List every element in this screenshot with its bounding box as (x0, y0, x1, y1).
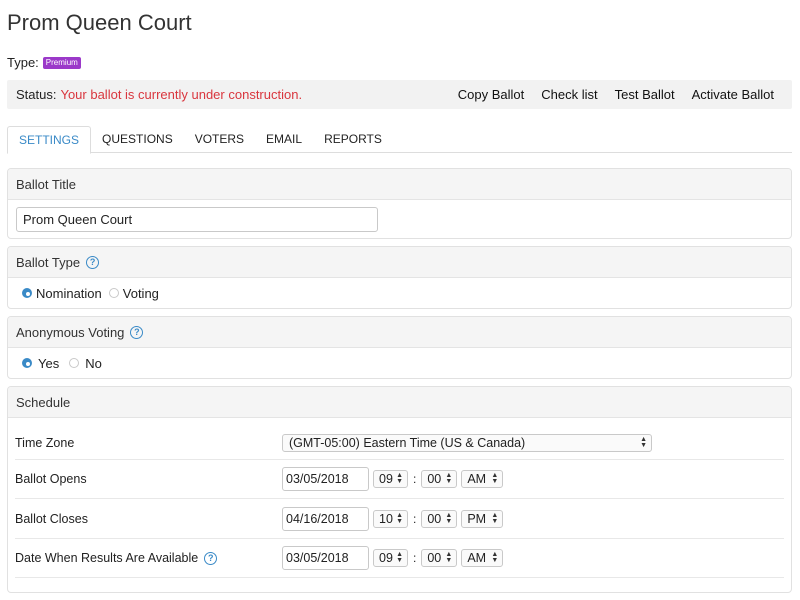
tab-bar: SETTINGS QUESTIONS VOTERS EMAIL REPORTS (7, 126, 792, 154)
updown-arrows-icon: ▲ ▼ (396, 472, 403, 485)
closes-hour-value: 10 (379, 511, 393, 526)
help-icon[interactable]: ? (130, 325, 144, 339)
results-available-label: Date When Results Are Available (15, 551, 199, 565)
status-bar: Status: Your ballot is currently under c… (7, 80, 792, 109)
closes-date-value: 04/16/2018 (286, 511, 349, 526)
status-text: Your ballot is currently under construct… (60, 87, 303, 102)
time-colon: : (413, 551, 417, 565)
tab-settings[interactable]: SETTINGS (7, 126, 92, 154)
closes-ampm-value: PM (467, 511, 487, 526)
opens-ampm-select[interactable]: AM ▲ ▼ (461, 470, 504, 488)
radio-unchecked-icon (108, 288, 119, 298)
radio-unchecked-icon (69, 358, 80, 368)
timezone-select[interactable]: (GMT-05:00) Eastern Time (US & Canada) ▲… (282, 434, 652, 452)
results-minute-value: 00 (427, 551, 442, 565)
time-colon: : (413, 511, 417, 526)
closes-hour-select[interactable]: 10 ▲ ▼ (373, 509, 408, 528)
ballot-opens-row: Ballot Opens 03/05/2018 09 ▲ ▼ : 00 ▲ ▼ AM… (15, 460, 784, 499)
radio-voting-label: Voting (122, 285, 159, 301)
ballot-type-header: Ballot Type ? (8, 247, 791, 278)
check-list-link[interactable]: Check list (541, 87, 597, 102)
results-hour-value: 09 (379, 551, 393, 565)
opens-minute-value: 00 (427, 472, 442, 486)
help-icon[interactable]: ? (86, 255, 100, 269)
radio-no-label: No (85, 355, 102, 371)
tab-reports[interactable]: REPORTS (313, 126, 393, 153)
ballot-closes-row: Ballot Closes 04/16/2018 10 ▲ ▼ : 00 ▲ ▼ P… (15, 499, 784, 539)
radio-nomination[interactable]: Nomination (22, 286, 102, 301)
anonymous-options: Yes No (8, 348, 791, 378)
closes-ampm-select[interactable]: PM ▲ ▼ (461, 509, 504, 528)
page-title: Prom Queen Court (7, 10, 192, 35)
tab-email[interactable]: EMAIL (255, 126, 313, 153)
status-label: Status: (16, 87, 57, 102)
schedule-heading: Schedule (16, 394, 71, 410)
updown-arrows-icon: ▲ ▼ (491, 511, 499, 525)
ballot-title-panel: Ballot Title (7, 168, 792, 239)
schedule-header: Schedule (8, 387, 791, 418)
ballot-title-heading: Ballot Title (16, 176, 76, 192)
opens-minute-select[interactable]: 00 ▲ ▼ (421, 470, 458, 488)
tab-voters[interactable]: VOTERS (184, 126, 255, 153)
anonymous-voting-panel: Anonymous Voting ? Yes No (7, 316, 792, 379)
results-available-label-wrap: Date When Results Are Available ? (15, 551, 282, 565)
type-label: Type: (7, 55, 39, 70)
ballot-closes-label: Ballot Closes (15, 511, 88, 526)
opens-date-input[interactable]: 03/05/2018 (282, 467, 369, 491)
ballot-type-panel: Ballot Type ? Nomination Voting (7, 246, 792, 309)
radio-nomination-label: Nomination (36, 285, 102, 301)
ballot-title-input[interactable] (16, 207, 378, 232)
timezone-row: Time Zone (GMT-05:00) Eastern Time (US &… (15, 427, 784, 460)
test-ballot-link[interactable]: Test Ballot (615, 87, 675, 102)
schedule-panel: Schedule Time Zone (GMT-05:00) Eastern T… (7, 386, 792, 593)
updown-arrows-icon: ▲ ▼ (491, 472, 499, 485)
ballot-type-options: Nomination Voting (8, 278, 791, 308)
results-ampm-select[interactable]: AM ▲ ▼ (461, 549, 504, 567)
ballot-title-header: Ballot Title (8, 169, 791, 200)
updown-arrows-icon: ▲ ▼ (491, 551, 499, 564)
activate-ballot-link[interactable]: Activate Ballot (692, 87, 774, 102)
premium-badge: Premium (42, 56, 81, 69)
results-hour-select[interactable]: 09 ▲ ▼ (373, 549, 408, 567)
updown-arrows-icon: ▲ ▼ (396, 551, 403, 564)
opens-hour-value: 09 (379, 472, 393, 486)
timezone-value: (GMT-05:00) Eastern Time (US & Canada) (289, 436, 526, 450)
ballot-opens-label: Ballot Opens (15, 472, 87, 486)
radio-checked-icon (22, 288, 32, 298)
closes-minute-value: 00 (427, 511, 442, 526)
closes-date-input[interactable]: 04/16/2018 (282, 506, 369, 531)
updown-arrows-icon: ▲ ▼ (640, 436, 647, 449)
radio-checked-icon (22, 358, 32, 368)
results-date-input[interactable]: 03/05/2018 (282, 546, 369, 570)
closes-minute-select[interactable]: 00 ▲ ▼ (421, 509, 458, 528)
radio-yes[interactable]: Yes (22, 356, 59, 371)
ballot-type-row: Type: Premium (7, 55, 81, 70)
status-actions: Copy Ballot Check list Test Ballot Activ… (441, 87, 792, 102)
results-date-value: 03/05/2018 (286, 551, 349, 565)
opens-ampm-value: AM (467, 472, 487, 486)
tab-questions[interactable]: QUESTIONS (91, 126, 184, 153)
updown-arrows-icon: ▲ ▼ (396, 511, 403, 525)
help-icon[interactable]: ? (204, 551, 218, 565)
results-ampm-value: AM (467, 551, 487, 565)
results-minute-select[interactable]: 00 ▲ ▼ (421, 549, 458, 567)
ballot-type-heading: Ballot Type (16, 254, 81, 270)
time-colon: : (413, 472, 417, 486)
radio-yes-label: Yes (38, 355, 60, 371)
anonymous-voting-heading: Anonymous Voting (16, 324, 125, 340)
opens-date-value: 03/05/2018 (286, 472, 349, 486)
radio-voting[interactable]: Voting (108, 285, 159, 301)
updown-arrows-icon: ▲ ▼ (445, 472, 453, 485)
opens-hour-select[interactable]: 09 ▲ ▼ (373, 470, 408, 488)
timezone-label: Time Zone (15, 436, 75, 450)
updown-arrows-icon: ▲ ▼ (445, 511, 453, 525)
radio-no[interactable]: No (69, 356, 102, 371)
copy-ballot-link[interactable]: Copy Ballot (458, 87, 524, 102)
anonymous-voting-header: Anonymous Voting ? (8, 317, 791, 348)
updown-arrows-icon: ▲ ▼ (445, 551, 453, 564)
results-available-row: Date When Results Are Available ? 03/05/… (15, 539, 784, 578)
